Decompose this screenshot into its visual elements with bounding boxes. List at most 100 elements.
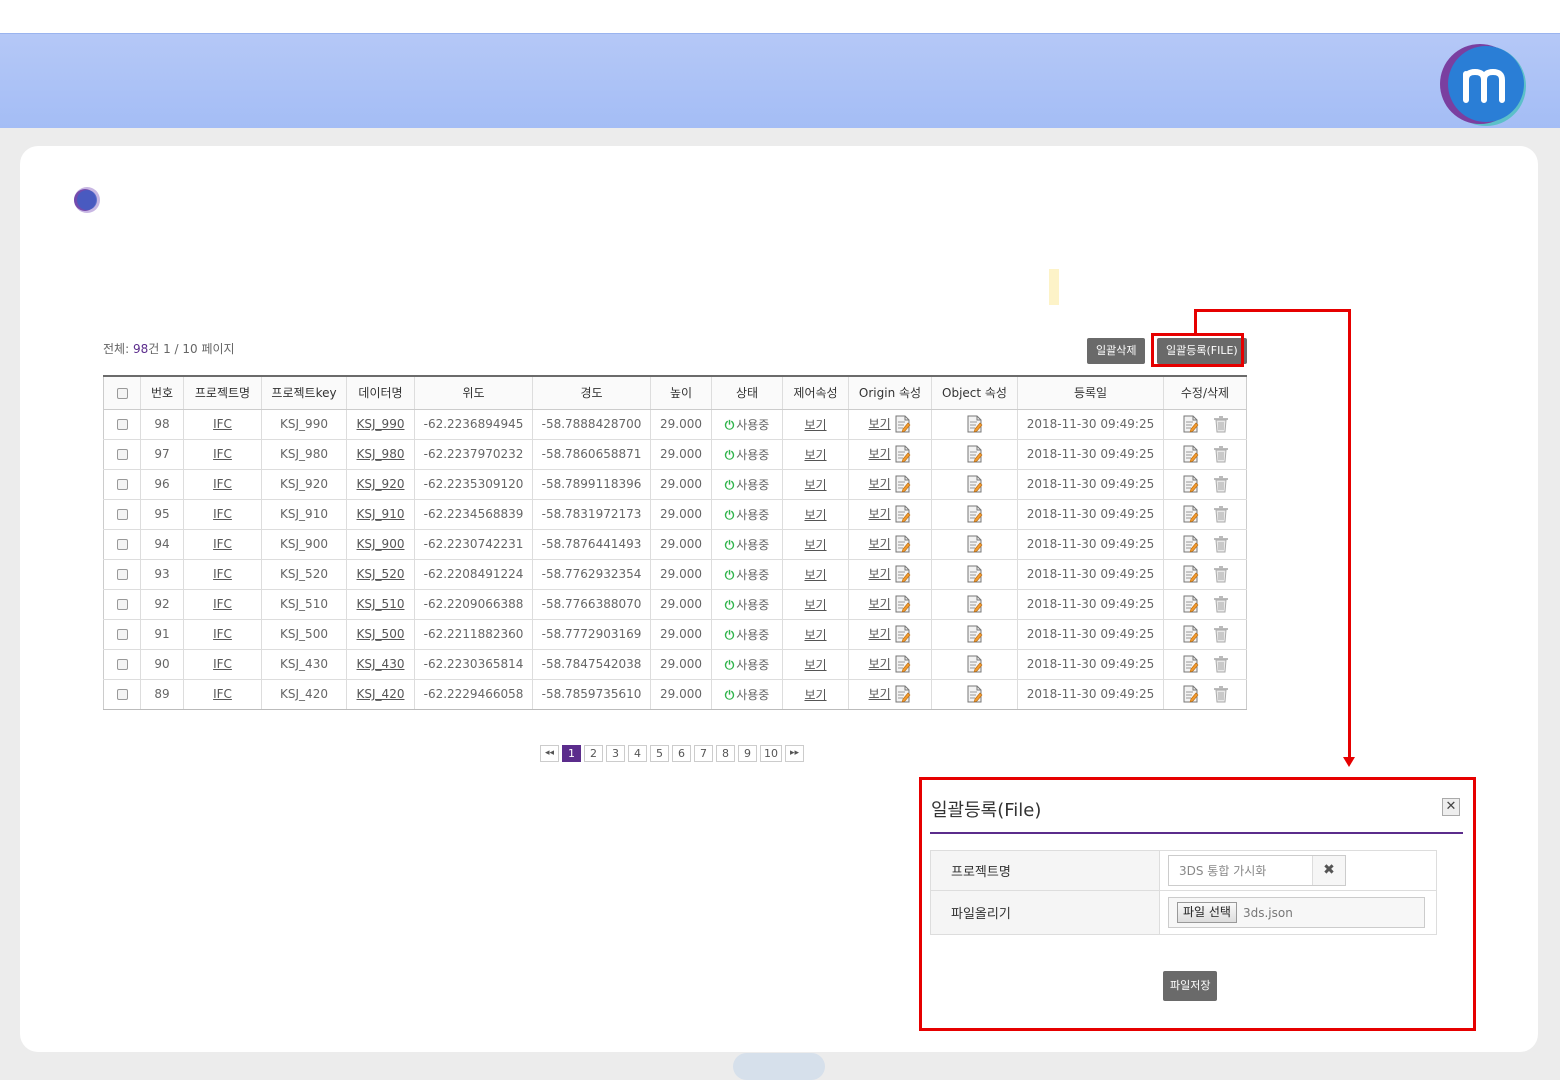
control-attr-view-link[interactable]: 보기 [804,538,826,552]
data-name-link[interactable]: KSJ_990 [357,417,405,431]
data-name-link[interactable]: KSJ_920 [357,477,405,491]
edit-document-icon[interactable] [894,535,911,553]
project-name-field[interactable]: 3DS 통합 가시화 ✖ [1168,855,1346,886]
page-button[interactable]: 7 [694,745,713,762]
project-link[interactable]: IFC [213,597,232,611]
row-checkbox[interactable] [116,569,128,580]
control-attr-view-link[interactable]: 보기 [804,598,826,612]
edit-document-icon[interactable] [966,595,983,613]
trash-icon[interactable] [1213,685,1229,703]
origin-attr-view-link[interactable]: 보기 [869,567,891,581]
data-name-link[interactable]: KSJ_910 [357,507,405,521]
trash-icon[interactable] [1213,415,1229,433]
trash-icon[interactable] [1213,565,1229,583]
origin-attr-view-link[interactable]: 보기 [869,477,891,491]
page-button[interactable]: 3 [606,745,625,762]
project-link[interactable]: IFC [213,657,232,671]
close-icon[interactable]: ✕ [1442,798,1460,816]
row-checkbox[interactable] [116,539,128,550]
edit-icon[interactable] [1182,625,1199,643]
control-attr-view-link[interactable]: 보기 [804,688,826,702]
edit-document-icon[interactable] [966,685,983,703]
trash-icon[interactable] [1213,505,1229,523]
select-all-checkbox[interactable] [116,387,128,399]
first-page-button[interactable]: ◂◂ [540,745,559,762]
page-button[interactable]: 8 [716,745,735,762]
page-button[interactable]: 2 [584,745,603,762]
edit-icon[interactable] [1182,445,1199,463]
project-link[interactable]: IFC [213,447,232,461]
bulk-delete-button[interactable]: 일괄삭제 [1087,338,1146,364]
origin-attr-view-link[interactable]: 보기 [869,627,891,641]
origin-attr-view-link[interactable]: 보기 [869,597,891,611]
control-attr-view-link[interactable]: 보기 [804,448,826,462]
project-link[interactable]: IFC [213,417,232,431]
row-checkbox[interactable] [116,509,128,520]
clear-icon[interactable]: ✖ [1312,856,1345,885]
edit-icon[interactable] [1182,475,1199,493]
control-attr-view-link[interactable]: 보기 [804,418,826,432]
trash-icon[interactable] [1213,595,1229,613]
control-attr-view-link[interactable]: 보기 [804,658,826,672]
edit-icon[interactable] [1182,595,1199,613]
page-button[interactable]: 5 [650,745,669,762]
data-name-link[interactable]: KSJ_500 [357,627,405,641]
project-link[interactable]: IFC [213,567,232,581]
choose-file-button[interactable]: 파일 선택 [1177,902,1237,923]
edit-document-icon[interactable] [966,535,983,553]
save-file-button[interactable]: 파일저장 [1163,971,1218,1001]
edit-icon[interactable] [1182,655,1199,673]
trash-icon[interactable] [1213,445,1229,463]
edit-document-icon[interactable] [894,415,911,433]
data-name-link[interactable]: KSJ_980 [357,447,405,461]
origin-attr-view-link[interactable]: 보기 [869,687,891,701]
row-checkbox[interactable] [116,479,128,490]
edit-document-icon[interactable] [894,505,911,523]
scroll-indicator[interactable] [733,1053,825,1080]
page-button[interactable]: 10 [760,745,782,762]
row-checkbox[interactable] [116,419,128,430]
data-name-link[interactable]: KSJ_900 [357,537,405,551]
project-link[interactable]: IFC [213,477,232,491]
edit-document-icon[interactable] [894,625,911,643]
data-name-link[interactable]: KSJ_520 [357,567,405,581]
edit-document-icon[interactable] [966,655,983,673]
control-attr-view-link[interactable]: 보기 [804,478,826,492]
edit-document-icon[interactable] [894,685,911,703]
edit-document-icon[interactable] [966,475,983,493]
brand-logo[interactable] [1438,42,1530,126]
page-button[interactable]: 4 [628,745,647,762]
edit-document-icon[interactable] [894,445,911,463]
edit-document-icon[interactable] [894,565,911,583]
project-link[interactable]: IFC [213,627,232,641]
edit-document-icon[interactable] [966,565,983,583]
row-checkbox[interactable] [116,599,128,610]
edit-icon[interactable] [1182,535,1199,553]
edit-document-icon[interactable] [894,655,911,673]
project-link[interactable]: IFC [213,687,232,701]
page-button[interactable]: 6 [672,745,691,762]
control-attr-view-link[interactable]: 보기 [804,508,826,522]
edit-document-icon[interactable] [966,415,983,433]
trash-icon[interactable] [1213,625,1229,643]
edit-icon[interactable] [1182,505,1199,523]
edit-icon[interactable] [1182,415,1199,433]
trash-icon[interactable] [1213,655,1229,673]
origin-attr-view-link[interactable]: 보기 [869,507,891,521]
control-attr-view-link[interactable]: 보기 [804,568,826,582]
edit-icon[interactable] [1182,685,1199,703]
row-checkbox[interactable] [116,629,128,640]
origin-attr-view-link[interactable]: 보기 [869,417,891,431]
last-page-button[interactable]: ▸▸ [785,745,804,762]
data-name-link[interactable]: KSJ_430 [357,657,405,671]
control-attr-view-link[interactable]: 보기 [804,628,826,642]
origin-attr-view-link[interactable]: 보기 [869,537,891,551]
page-button[interactable]: 9 [738,745,757,762]
edit-document-icon[interactable] [966,625,983,643]
edit-document-icon[interactable] [966,505,983,523]
edit-document-icon[interactable] [894,475,911,493]
data-name-link[interactable]: KSJ_420 [357,687,405,701]
edit-icon[interactable] [1182,565,1199,583]
origin-attr-view-link[interactable]: 보기 [869,447,891,461]
trash-icon[interactable] [1213,475,1229,493]
